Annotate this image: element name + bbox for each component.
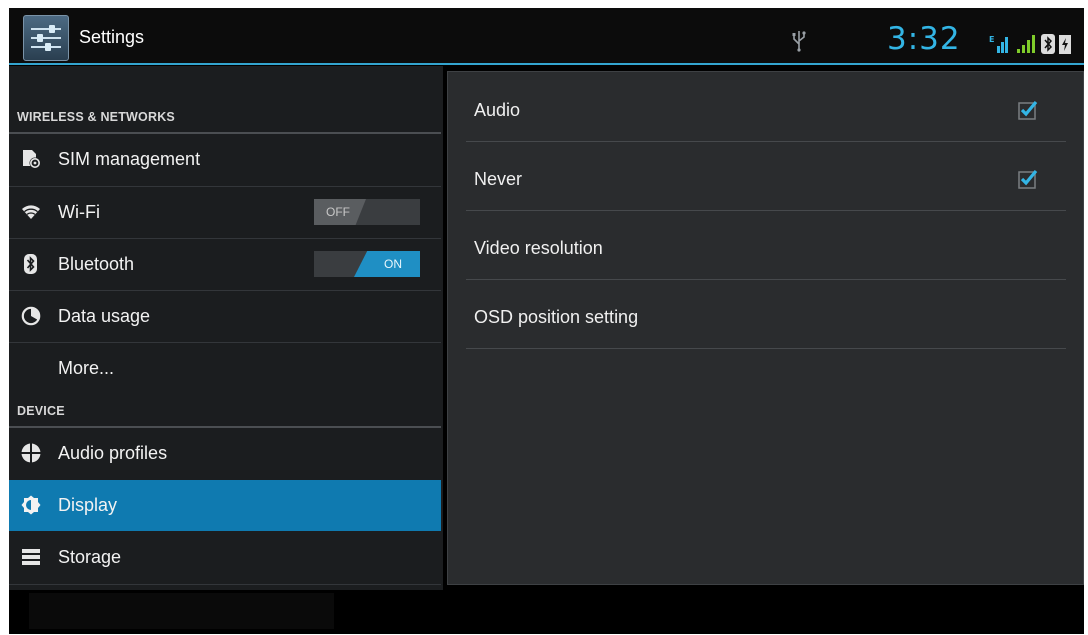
- pref-title: Video resolution: [474, 238, 603, 258]
- sidebar-item-storage[interactable]: Storage: [9, 532, 441, 583]
- section-header-wireless: WIRELESS & NETWORKS: [17, 110, 175, 124]
- sidebar-item-bluetooth[interactable]: Bluetooth ON: [9, 239, 441, 290]
- section-header-device: DEVICE: [17, 404, 65, 418]
- display-icon: [21, 495, 41, 515]
- settings-headers-list[interactable]: WIRELESS & NETWORKS SIM management Wi-Fi: [9, 66, 443, 590]
- pref-video-resolution[interactable]: Video resolution: [466, 212, 1066, 280]
- pref-osd-position[interactable]: OSD position setting: [466, 281, 1066, 349]
- status-clock: 3:32: [887, 21, 961, 57]
- pref-title: Never: [474, 169, 523, 189]
- wifi-toggle[interactable]: OFF: [314, 199, 420, 225]
- settings-app-icon[interactable]: [23, 15, 69, 61]
- pref-divider: [466, 210, 1066, 211]
- sidebar-item-label: Display: [58, 495, 118, 515]
- sidebar-item-display[interactable]: Display: [9, 480, 441, 531]
- pref-divider: [466, 279, 1066, 280]
- bluetooth-status-icon: [1041, 34, 1055, 54]
- display-settings-panel: Audio Never Video resolution OSD positio…: [447, 71, 1084, 585]
- pref-divider: [466, 141, 1066, 142]
- sidebar-item-label: Storage: [58, 547, 122, 567]
- pref-never[interactable]: Never: [466, 143, 1066, 211]
- pref-divider: [466, 348, 1066, 349]
- wifi-icon: [22, 205, 40, 219]
- pref-title: OSD position setting: [474, 307, 639, 327]
- app-title: Settings: [79, 27, 145, 47]
- sidebar-item-audio-profiles[interactable]: Audio profiles: [9, 428, 441, 479]
- toggle-state-label: OFF: [326, 205, 350, 219]
- sidebar-item-label: Bluetooth: [58, 254, 135, 274]
- bluetooth-icon: [24, 254, 37, 274]
- bluetooth-toggle[interactable]: ON: [314, 251, 420, 277]
- battery-charging-icon: [1059, 35, 1071, 54]
- sidebar-item-label: Data usage: [58, 306, 151, 326]
- sidebar-item-label: Wi-Fi: [58, 202, 100, 222]
- toggle-state-label: ON: [384, 257, 402, 271]
- navigation-bar: [9, 590, 1084, 634]
- pref-audio[interactable]: Audio: [466, 74, 1066, 142]
- pref-title: Audio: [474, 100, 521, 120]
- sidebar-item-label: More...: [58, 358, 115, 378]
- action-bar: Settings 3:32 E: [9, 8, 1084, 65]
- item-divider: [9, 584, 441, 585]
- sidebar-item-more[interactable]: More...: [9, 343, 441, 393]
- sidebar-item-label: SIM management: [58, 149, 201, 169]
- audio-profiles-icon: [21, 443, 41, 463]
- storage-icon: [22, 549, 40, 565]
- sidebar-item-wifi[interactable]: Wi-Fi OFF: [9, 187, 441, 238]
- never-checkbox[interactable]: [1018, 169, 1038, 189]
- sim-icon: [23, 150, 41, 169]
- sidebar-item-data-usage[interactable]: Data usage: [9, 291, 441, 342]
- signal-e-icon: E: [989, 35, 1008, 53]
- navigation-bar-strip: [29, 593, 334, 629]
- audio-checkbox[interactable]: [1018, 100, 1038, 120]
- sidebar-item-label: Audio profiles: [58, 443, 168, 463]
- sidebar-item-sim-management[interactable]: SIM management: [9, 134, 441, 185]
- data-usage-icon: [21, 306, 41, 326]
- signal-icon: [1017, 35, 1035, 53]
- device-screen: Settings 3:32 E WIRELESS & NETWORKS SIM …: [9, 8, 1084, 634]
- usb-icon: [792, 31, 806, 52]
- svg-text:E: E: [989, 35, 994, 44]
- action-bar-divider: [9, 63, 1084, 65]
